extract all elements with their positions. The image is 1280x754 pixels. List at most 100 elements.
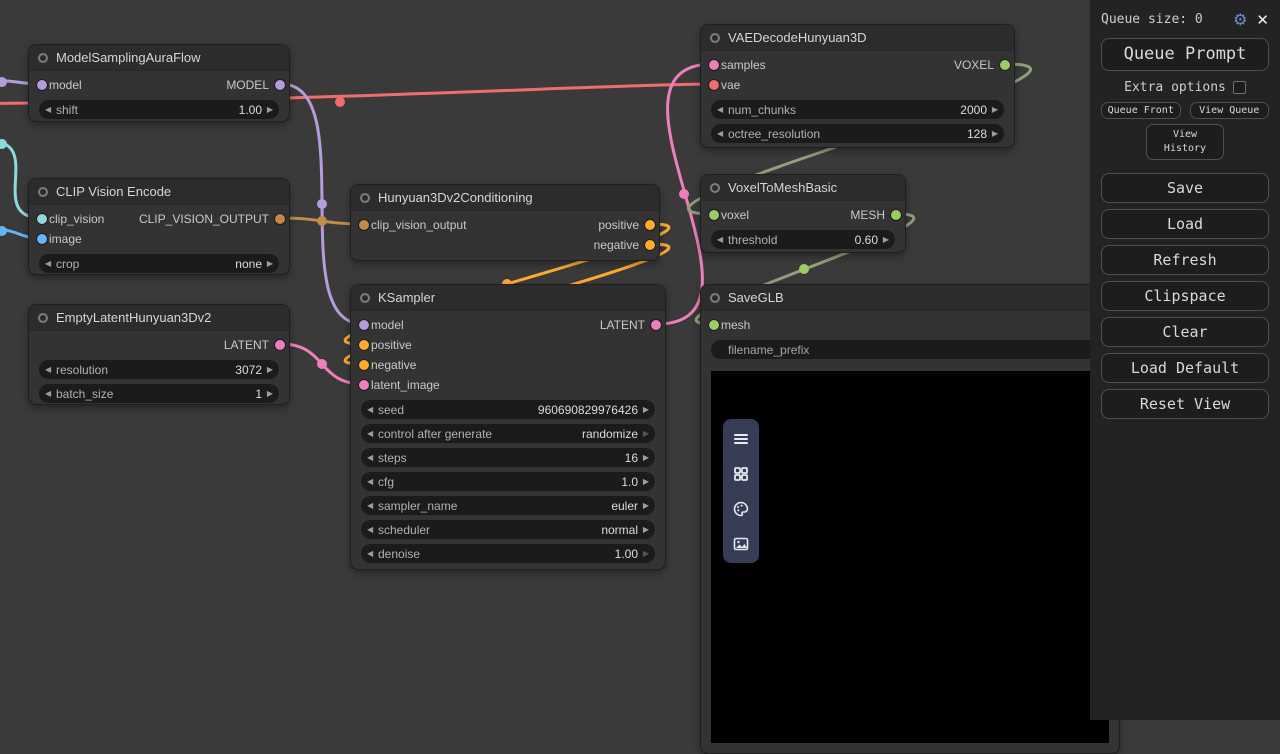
clear-button[interactable]: Clear <box>1101 317 1269 347</box>
widget-increment-arrow[interactable]: ▶ <box>643 550 649 558</box>
widget-decrement-arrow[interactable]: ◀ <box>45 260 51 268</box>
palette-icon[interactable] <box>723 491 759 526</box>
input-port-conditioning[interactable] <box>359 360 369 370</box>
output-port-model[interactable] <box>275 80 285 90</box>
widget-decrement-arrow[interactable]: ◀ <box>45 366 51 374</box>
load-default-button[interactable]: Load Default <box>1101 353 1269 383</box>
reset-view-button[interactable]: Reset View <box>1101 389 1269 419</box>
view-queue-button[interactable]: View Queue <box>1190 102 1270 119</box>
widget-increment-arrow[interactable]: ▶ <box>643 502 649 510</box>
widget-increment-arrow[interactable]: ▶ <box>992 106 998 114</box>
node-voxel-to-mesh-basic[interactable]: VoxelToMeshBasicvoxelMESH◀threshold0.60▶ <box>700 174 906 253</box>
output-port-conditioning[interactable] <box>645 240 655 250</box>
input-port-clip_vision[interactable] <box>37 214 47 224</box>
node-title-bar[interactable]: KSampler <box>351 285 665 311</box>
widget-resolution[interactable]: ◀resolution3072▶ <box>39 360 279 379</box>
widget-decrement-arrow[interactable]: ◀ <box>367 430 373 438</box>
output-port-latent[interactable] <box>651 320 661 330</box>
collapse-dot[interactable] <box>38 187 48 197</box>
node-model-sampling-auraflow[interactable]: ModelSamplingAuraFlowmodelMODEL◀shift1.0… <box>28 44 290 122</box>
widget-increment-arrow[interactable]: ▶ <box>267 260 273 268</box>
widget-octree_resolution[interactable]: ◀octree_resolution128▶ <box>711 124 1004 143</box>
widget-decrement-arrow[interactable]: ◀ <box>367 478 373 486</box>
extra-options-checkbox[interactable] <box>1233 81 1246 94</box>
input-port-model[interactable] <box>37 80 47 90</box>
collapse-dot[interactable] <box>38 53 48 63</box>
widget-steps[interactable]: ◀steps16▶ <box>361 448 655 467</box>
collapse-dot[interactable] <box>360 293 370 303</box>
widget-sampler_name[interactable]: ◀sampler_nameeuler▶ <box>361 496 655 515</box>
save-button[interactable]: Save <box>1101 173 1269 203</box>
widget-num_chunks[interactable]: ◀num_chunks2000▶ <box>711 100 1004 119</box>
widget-increment-arrow[interactable]: ▶ <box>267 390 273 398</box>
queue-prompt-button[interactable]: Queue Prompt <box>1101 38 1269 71</box>
widget-increment-arrow[interactable]: ▶ <box>643 478 649 486</box>
node-hunyuan3dv2-conditioning[interactable]: Hunyuan3Dv2Conditioningclip_vision_outpu… <box>350 184 660 261</box>
widget-denoise[interactable]: ◀denoise1.00▶ <box>361 544 655 563</box>
input-port-image[interactable] <box>37 234 47 244</box>
input-port-latent[interactable] <box>709 60 719 70</box>
node-save-glb[interactable]: SaveGLBmeshfilename_prefix <box>700 284 1120 754</box>
node-title-bar[interactable]: SaveGLB <box>701 285 1119 311</box>
widget-decrement-arrow[interactable]: ◀ <box>367 454 373 462</box>
widget-increment-arrow[interactable]: ▶ <box>267 366 273 374</box>
collapse-dot[interactable] <box>38 313 48 323</box>
widget-control-after-generate[interactable]: ◀control after generaterandomize▶ <box>361 424 655 443</box>
queue-front-button[interactable]: Queue Front <box>1101 102 1181 119</box>
widget-increment-arrow[interactable]: ▶ <box>643 430 649 438</box>
widget-batch_size[interactable]: ◀batch_size1▶ <box>39 384 279 403</box>
3d-preview-viewport[interactable] <box>711 371 1109 743</box>
node-title-bar[interactable]: VAEDecodeHunyuan3D <box>701 25 1014 51</box>
widget-cfg[interactable]: ◀cfg1.0▶ <box>361 472 655 491</box>
widget-decrement-arrow[interactable]: ◀ <box>717 236 723 244</box>
output-port-clip_vision_output[interactable] <box>275 214 285 224</box>
widget-decrement-arrow[interactable]: ◀ <box>367 406 373 414</box>
widget-filename_prefix[interactable]: filename_prefix <box>711 340 1109 359</box>
widget-decrement-arrow[interactable]: ◀ <box>367 502 373 510</box>
collapse-dot[interactable] <box>710 183 720 193</box>
menu-icon[interactable] <box>723 421 759 456</box>
widget-increment-arrow[interactable]: ▶ <box>267 106 273 114</box>
node-ksampler[interactable]: KSamplermodelLATENTpositivenegativelaten… <box>350 284 666 570</box>
widget-shift[interactable]: ◀shift1.00▶ <box>39 100 279 119</box>
node-title-bar[interactable]: ModelSamplingAuraFlow <box>29 45 289 71</box>
output-port-latent[interactable] <box>275 340 285 350</box>
settings-gear-icon[interactable]: ⚙ <box>1233 10 1247 29</box>
widget-increment-arrow[interactable]: ▶ <box>643 454 649 462</box>
node-empty-latent-hunyuan3dv2[interactable]: EmptyLatentHunyuan3Dv2LATENT◀resolution3… <box>28 304 290 405</box>
node-title-bar[interactable]: CLIP Vision Encode <box>29 179 289 205</box>
collapse-dot[interactable] <box>360 193 370 203</box>
input-port-latent[interactable] <box>359 380 369 390</box>
input-port-mesh[interactable] <box>709 320 719 330</box>
grid-icon[interactable] <box>723 456 759 491</box>
widget-increment-arrow[interactable]: ▶ <box>643 526 649 534</box>
input-port-vae[interactable] <box>709 80 719 90</box>
node-graph-canvas[interactable]: ModelSamplingAuraFlowmodelMODEL◀shift1.0… <box>0 0 1280 720</box>
close-menu-icon[interactable]: ✕ <box>1256 11 1269 29</box>
widget-increment-arrow[interactable]: ▶ <box>643 406 649 414</box>
output-port-mesh[interactable] <box>1000 60 1010 70</box>
load-button[interactable]: Load <box>1101 209 1269 239</box>
collapse-dot[interactable] <box>710 293 720 303</box>
widget-decrement-arrow[interactable]: ◀ <box>367 526 373 534</box>
clipspace-button[interactable]: Clipspace <box>1101 281 1269 311</box>
node-vae-decode-hunyuan3d[interactable]: VAEDecodeHunyuan3DsamplesVOXELvae◀num_ch… <box>700 24 1015 148</box>
node-title-bar[interactable]: EmptyLatentHunyuan3Dv2 <box>29 305 289 331</box>
refresh-button[interactable]: Refresh <box>1101 245 1269 275</box>
widget-increment-arrow[interactable]: ▶ <box>992 130 998 138</box>
widget-threshold[interactable]: ◀threshold0.60▶ <box>711 230 895 249</box>
node-title-bar[interactable]: VoxelToMeshBasic <box>701 175 905 201</box>
widget-decrement-arrow[interactable]: ◀ <box>45 106 51 114</box>
widget-seed[interactable]: ◀seed960690829976426▶ <box>361 400 655 419</box>
input-port-conditioning[interactable] <box>359 340 369 350</box>
output-port-mesh[interactable] <box>891 210 901 220</box>
node-title-bar[interactable]: Hunyuan3Dv2Conditioning <box>351 185 659 211</box>
widget-crop[interactable]: ◀cropnone▶ <box>39 254 279 273</box>
widget-decrement-arrow[interactable]: ◀ <box>717 130 723 138</box>
widget-decrement-arrow[interactable]: ◀ <box>45 390 51 398</box>
input-port-mesh[interactable] <box>709 210 719 220</box>
image-icon[interactable] <box>723 526 759 561</box>
widget-scheduler[interactable]: ◀schedulernormal▶ <box>361 520 655 539</box>
view-history-button[interactable]: View History <box>1146 124 1224 160</box>
node-clip-vision-encode[interactable]: CLIP Vision Encodeclip_visionCLIP_VISION… <box>28 178 290 275</box>
